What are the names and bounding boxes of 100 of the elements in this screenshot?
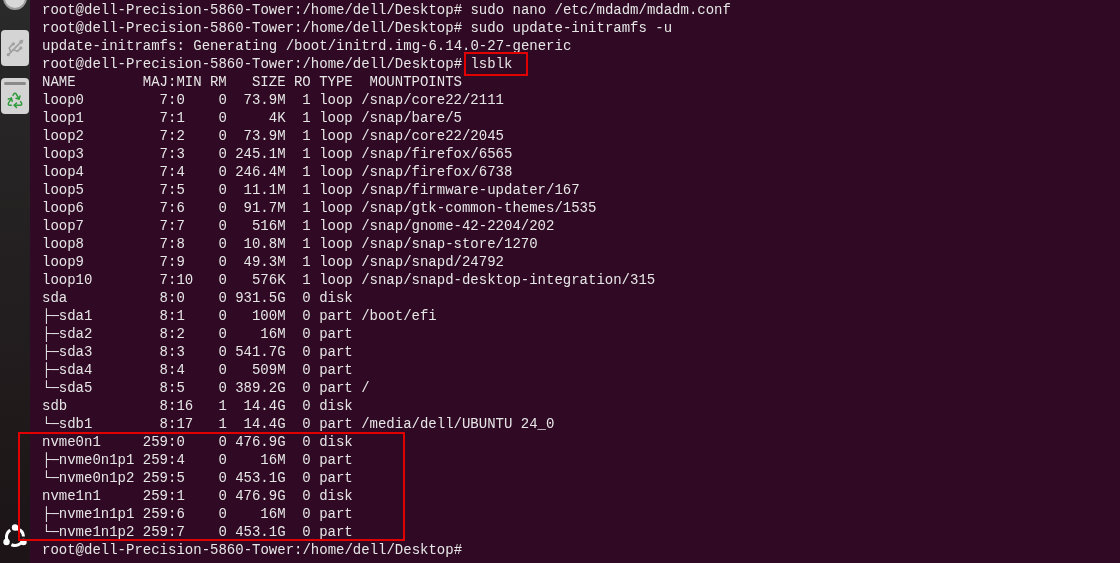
table-cell: /snap/firefox/6565 — [361, 146, 513, 162]
table-cell-text: loop4 — [42, 163, 85, 181]
table-cell: 0 — [218, 91, 227, 109]
table-cell-text: loop6 — [42, 199, 85, 217]
table-cell-text: loop10 — [42, 271, 94, 289]
table-cell: /snap/snap-store/1270 — [361, 236, 538, 252]
table-cell: 1 — [302, 163, 311, 181]
table-cell-text: └─sda5 — [42, 379, 94, 397]
table-cell: disk — [319, 398, 353, 414]
table-cell: 8:2 — [159, 325, 185, 343]
table-cell: loop — [319, 200, 353, 216]
table-cell: /media/dell/UBUNTU 24_0 — [361, 416, 555, 432]
table-cell: /boot/efi — [361, 308, 437, 324]
table-cell: 100M — [251, 307, 286, 325]
table-cell: 0 — [218, 325, 227, 343]
table-cell: /snap/bare/5 — [361, 110, 462, 126]
table-cell: part — [319, 470, 353, 486]
table-cell: 1 — [218, 397, 227, 415]
table-cell: 0 — [302, 469, 311, 487]
table-cell: /snap/gtk-common-themes/1535 — [361, 200, 597, 216]
table-cell: /snap/snapd/24792 — [361, 254, 504, 270]
table-cell: 0 — [302, 343, 311, 361]
table-cell: 1 — [302, 145, 311, 163]
table-cell: 7:6 — [159, 199, 185, 217]
table-cell-text: loop3 — [42, 145, 85, 163]
table-cell: 453.1G — [235, 523, 286, 541]
table-cell: 245.1M — [235, 145, 286, 163]
table-cell: disk — [319, 434, 353, 450]
table-cell: 576K — [251, 271, 286, 289]
table-cell-text: nvme1n1 — [42, 487, 102, 505]
table-cell: 0 — [218, 361, 227, 379]
table-cell: /snap/firmware-updater/167 — [361, 182, 580, 198]
table-cell-text: sda — [42, 289, 69, 307]
table-cell: part — [319, 362, 353, 378]
table-cell-text: loop2 — [42, 127, 85, 145]
table-cell: 0 — [302, 307, 311, 325]
table-cell: 0 — [302, 415, 311, 433]
table-cell: 0 — [218, 271, 227, 289]
table-cell: 0 — [218, 109, 227, 127]
output-text: update-initramfs: Generating /boot/initrd.img-6.14.0-27-generic — [42, 37, 572, 55]
table-cell: 8:17 — [159, 415, 194, 433]
table-cell-text: ├─sda2 — [42, 325, 94, 343]
table-cell: disk — [319, 290, 353, 306]
table-cell: 476.9G — [235, 487, 286, 505]
table-cell: /snap/core22/2045 — [361, 128, 504, 144]
table-cell: 7:10 — [159, 271, 194, 289]
table-cell: 1 — [302, 217, 311, 235]
column-header: MOUNTPOINTS — [369, 74, 462, 90]
table-cell: 0 — [218, 145, 227, 163]
table-cell: loop — [319, 254, 353, 270]
table-cell-text: ├─sda4 — [42, 361, 94, 379]
table-cell: 259:5 — [142, 469, 185, 487]
table-cell: 1 — [302, 91, 311, 109]
column-header: TYPE — [319, 74, 353, 90]
table-cell: 259:4 — [142, 451, 185, 469]
table-cell: 7:0 — [159, 91, 185, 109]
table-cell: 7:4 — [159, 163, 185, 181]
table-cell: 0 — [218, 235, 227, 253]
table-cell: 1 — [302, 271, 311, 289]
table-cell: part — [319, 326, 353, 342]
table-cell: part — [319, 380, 353, 396]
table-cell: loop — [319, 164, 353, 180]
table-cell: 1 — [302, 109, 311, 127]
table-cell: 7:5 — [159, 181, 185, 199]
table-cell-text: ├─sda3 — [42, 343, 94, 361]
column-header: SIZE — [251, 74, 286, 90]
table-cell: loop — [319, 218, 353, 234]
column-header: MAJ:MIN — [142, 74, 202, 90]
table-cell: loop — [319, 272, 353, 288]
table-cell: 16M — [260, 325, 286, 343]
table-cell: 0 — [218, 217, 227, 235]
table-cell: 7:2 — [159, 127, 185, 145]
table-cell: 8:1 — [159, 307, 185, 325]
table-cell: 7:9 — [159, 253, 185, 271]
table-cell: 73.9M — [243, 127, 286, 145]
table-cell: 0 — [218, 433, 227, 451]
table-cell: 16M — [260, 451, 286, 469]
table-cell: /snap/snapd-desktop-integration/315 — [361, 272, 656, 288]
table-cell: /snap/core22/2111 — [361, 92, 504, 108]
table-cell: 0 — [302, 433, 311, 451]
table-cell: 0 — [218, 199, 227, 217]
table-cell: 259:6 — [142, 505, 185, 523]
table-cell-text: loop8 — [42, 235, 85, 253]
table-cell: 73.9M — [243, 91, 286, 109]
table-cell: 16M — [260, 505, 286, 523]
table-cell: 10.8M — [243, 235, 286, 253]
table-cell: 0 — [218, 451, 227, 469]
table-cell: 7:7 — [159, 217, 185, 235]
table-cell: 1 — [302, 181, 311, 199]
table-cell: 246.4M — [235, 163, 286, 181]
table-cell: 8:0 — [159, 289, 185, 307]
table-cell: 0 — [218, 307, 227, 325]
command-text: lsblk — [464, 52, 529, 76]
table-cell: 4K — [268, 109, 286, 127]
table-cell-text: ├─sda1 — [42, 307, 94, 325]
table-cell-text: sdb — [42, 397, 69, 415]
table-cell: 0 — [218, 127, 227, 145]
table-cell-text: loop7 — [42, 217, 85, 235]
table-cell: loop — [319, 128, 353, 144]
table-cell: 8:16 — [159, 397, 194, 415]
